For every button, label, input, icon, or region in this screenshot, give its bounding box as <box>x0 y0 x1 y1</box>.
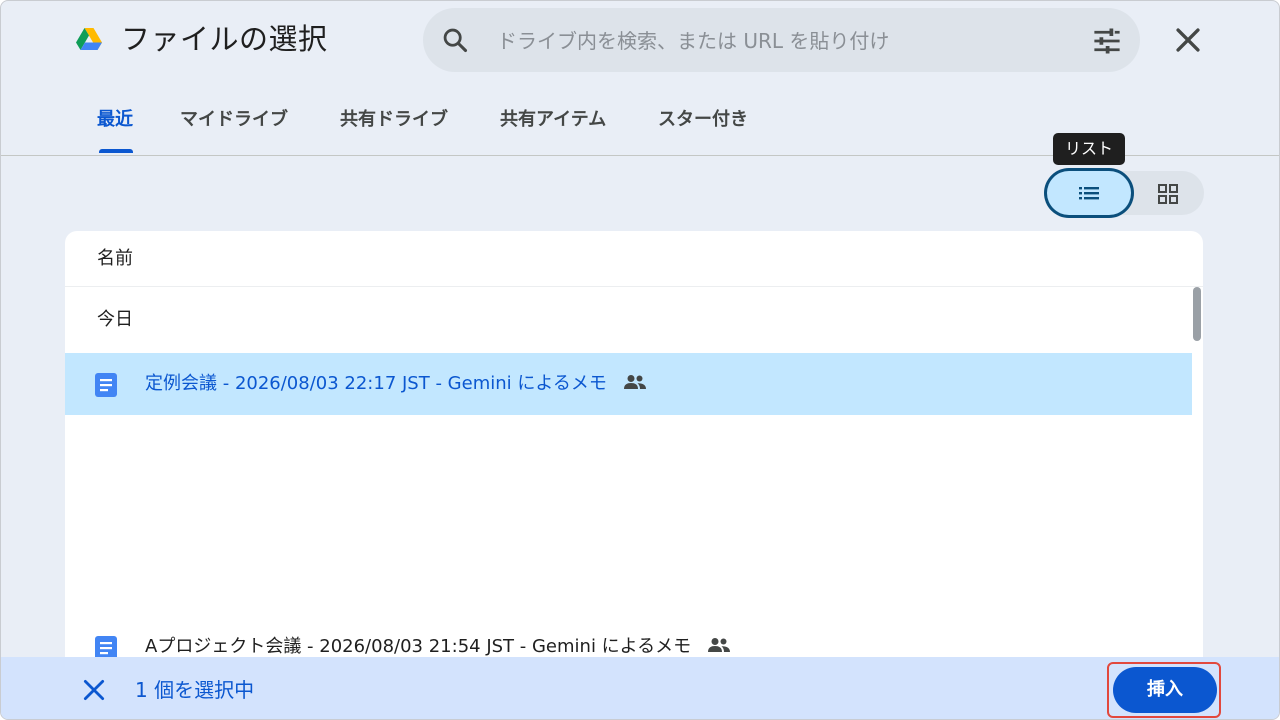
file-row[interactable]: 定例会議 - 2026/08/03 22:17 JST - Gemini による… <box>65 353 1192 415</box>
tab-my-drive[interactable]: マイドライブ <box>180 107 288 133</box>
file-picker-dialog: ファイルの選択 ドライブ内を検索、または URL を貼り付け 最近 マイドライブ… <box>0 0 1280 720</box>
view-toggle <box>1047 171 1204 215</box>
tab-shared-with-me[interactable]: 共有アイテム <box>500 107 606 133</box>
search-options-icon[interactable] <box>1092 26 1122 56</box>
tab-recent[interactable]: 最近 <box>97 107 133 133</box>
grid-view-button[interactable] <box>1139 171 1203 215</box>
google-drive-logo-icon <box>76 28 102 50</box>
file-name: 定例会議 - 2026/08/03 22:17 JST - Gemini による… <box>145 373 607 394</box>
tab-starred[interactable]: スター付き <box>658 107 748 133</box>
column-header-row: 名前 <box>65 231 1203 287</box>
shared-people-icon <box>623 375 646 389</box>
docs-icon <box>95 373 117 397</box>
section-label-today: 今日 <box>97 309 133 330</box>
dialog-title: ファイルの選択 <box>121 22 328 56</box>
file-name: Aプロジェクト会議 - 2026/08/03 21:54 JST - Gemin… <box>145 636 692 657</box>
search-bar[interactable] <box>423 8 1140 72</box>
dialog-header: ファイルの選択 <box>1 1 1279 79</box>
column-header-name[interactable]: 名前 <box>97 246 133 272</box>
list-scrollbar[interactable] <box>1193 287 1201 341</box>
selection-count: 1 個を選択中 <box>135 678 255 702</box>
insert-button[interactable]: 挿入 <box>1113 667 1217 713</box>
file-list-panel: 名前 今日 定例会議 - 2026/08/03 22:17 JST - Gemi… <box>65 231 1203 671</box>
list-view-icon <box>1079 187 1099 200</box>
active-tab-indicator <box>99 149 133 153</box>
close-icon[interactable] <box>1171 23 1205 57</box>
search-icon[interactable] <box>441 26 469 54</box>
selection-action-bar: 1 個を選択中 挿入 <box>1 657 1279 719</box>
list-view-button[interactable] <box>1047 171 1131 215</box>
tab-shared-drives[interactable]: 共有ドライブ <box>340 107 448 133</box>
clear-selection-icon[interactable] <box>81 677 107 703</box>
shared-people-icon <box>707 638 730 652</box>
list-view-tooltip: リスト <box>1053 133 1125 165</box>
grid-view-icon <box>1158 184 1178 204</box>
search-input[interactable] <box>495 20 1079 62</box>
